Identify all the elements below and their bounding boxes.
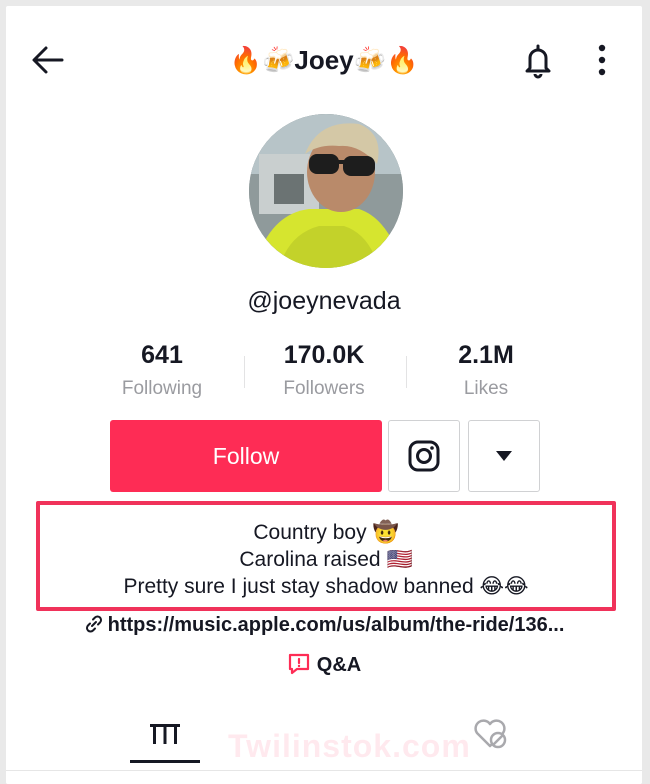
profile-screen: 🔥🍻Joey🍻🔥 @joeynevada 641 Following 170.0…	[6, 6, 642, 784]
grid-icon	[150, 724, 180, 744]
title-name: Joey	[294, 45, 354, 75]
username: @joeynevada	[247, 287, 401, 315]
stat-value: 2.1M	[458, 341, 514, 369]
instagram-icon	[408, 440, 440, 472]
instagram-button[interactable]	[388, 420, 460, 492]
hidden-heart-icon	[474, 719, 507, 749]
bio-link[interactable]: https://music.apple.com/us/album/the-rid…	[6, 610, 642, 640]
beer-emoji: 🍻	[353, 46, 386, 76]
triangle-down-icon	[496, 451, 512, 461]
suggested-accounts-dropdown[interactable]	[468, 420, 540, 492]
bio-line: Carolina raised 🇺🇸	[239, 548, 413, 571]
qa-bubble-icon	[288, 653, 309, 675]
avatar[interactable]	[249, 114, 403, 268]
tab-videos[interactable]	[130, 712, 200, 762]
fire-emoji: 🔥	[229, 46, 262, 76]
stat-following[interactable]: 641 Following	[82, 338, 242, 404]
bio-highlight-box: Country boy 🤠 Carolina raised 🇺🇸 Pretty …	[36, 501, 616, 611]
active-tab-indicator	[130, 760, 200, 763]
bio-line: Country boy 🤠	[253, 521, 399, 544]
watermark: Twilinstok.com	[228, 728, 471, 764]
bell-icon	[525, 44, 551, 79]
fire-emoji: 🔥	[386, 46, 419, 76]
stat-likes[interactable]: 2.1M Likes	[406, 338, 566, 404]
more-options-button[interactable]	[588, 40, 616, 80]
vertical-dots-icon	[598, 44, 606, 76]
tab-bar-divider	[6, 770, 642, 771]
qa-label: Q&A	[316, 654, 362, 676]
bio-line: Pretty sure I just stay shadow banned 😂😂	[123, 575, 529, 598]
bio-link-text: https://music.apple.com/us/album/the-rid…	[107, 614, 565, 636]
stat-followers[interactable]: 170.0K Followers	[244, 338, 404, 404]
stat-label: Likes	[463, 378, 509, 399]
stat-label: Following	[121, 378, 203, 399]
tab-liked-videos[interactable]	[468, 712, 512, 756]
notifications-button[interactable]	[518, 40, 558, 80]
stat-label: Followers	[283, 378, 365, 399]
follow-button[interactable]: Follow	[110, 420, 382, 492]
stat-value: 641	[141, 341, 183, 369]
link-icon	[85, 615, 102, 633]
avatar-image	[249, 114, 403, 268]
beer-emoji: 🍻	[261, 46, 295, 76]
qa-button[interactable]: Q&A	[6, 650, 642, 680]
stat-value: 170.0K	[283, 341, 365, 369]
